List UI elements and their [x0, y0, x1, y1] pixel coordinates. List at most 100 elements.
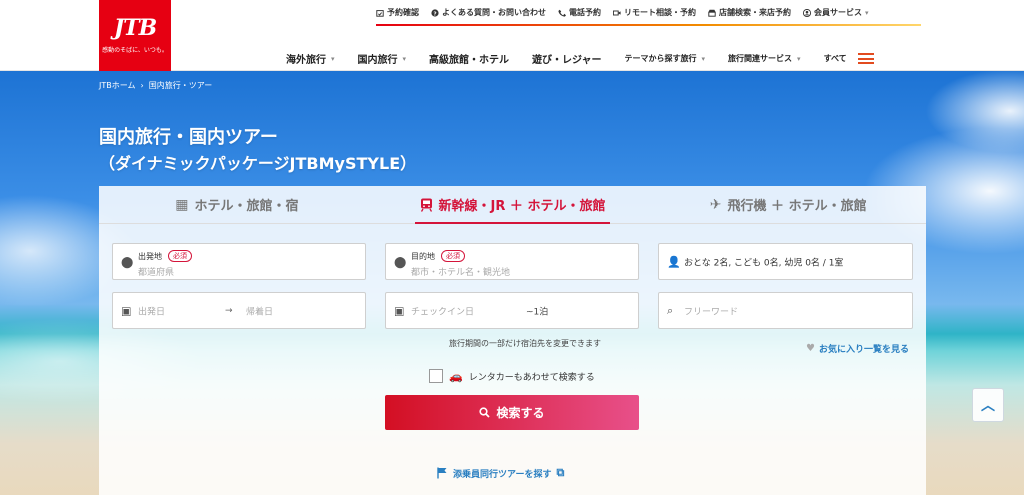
tab-air-hotel[interactable]: ✈ 飛行機 ＋ ホテル・旅館 [650, 186, 926, 223]
tab-label: ホテル・旅館・宿 [194, 199, 299, 214]
page-title: 国内旅行・国内ツアー （ダイナミックパッケージJTBMySTYLE） [99, 125, 416, 177]
car-icon: 🚗 [449, 369, 463, 383]
nav-luxury[interactable]: 高級旅館・ホテル [429, 51, 509, 66]
util-faq[interactable]: ? よくある質問・お問い合わせ [431, 7, 546, 18]
chevron-down-icon: ▾ [701, 54, 706, 63]
destination-field[interactable]: ⬤ 目的地 必須 都市・ホテル名・観光地 [385, 243, 639, 280]
origin-placeholder: 都道府県 [138, 268, 175, 278]
util-member[interactable]: 会員サービス ▾ [803, 7, 869, 18]
nav-overseas[interactable]: 海外旅行 ▾ [286, 51, 335, 67]
keyword-placeholder: フリーワード [684, 307, 739, 317]
search-button[interactable]: 検索する [385, 395, 639, 430]
origin-label: 出発地 [138, 251, 162, 261]
guests-value: おとな 2名, こども 0名, 幼児 0名 / 1室 [684, 258, 844, 268]
date-range-field[interactable]: ▣ 出発日 → 帰着日 [112, 292, 366, 329]
utility-nav: 予約確認 ? よくある質問・お問い合わせ 電話予約 リモート相談・予約 店舗検索… [376, 7, 869, 18]
util-phone[interactable]: 電話予約 [558, 7, 601, 18]
chevron-down-icon: ▾ [331, 54, 335, 63]
util-store[interactable]: 店舗検索・来店予約 [708, 7, 791, 18]
guests-field[interactable]: 👤 おとな 2名, こども 0名, 幼児 0名 / 1室 [658, 243, 913, 280]
phone-icon [558, 9, 566, 17]
util-label: リモート相談・予約 [624, 8, 696, 17]
nav-leisure[interactable]: 遊び・レジャー [532, 51, 602, 66]
util-label: 予約確認 [387, 8, 419, 17]
external-link-icon: ⧉ [556, 466, 565, 479]
store-icon [708, 9, 716, 17]
site-header: JTB 感動のそばに、いつも。 予約確認 ? よくある質問・お問い合わせ 電話予… [0, 0, 1024, 71]
train-icon [420, 198, 432, 212]
breadcrumb-current: 国内旅行・ツアー [148, 81, 213, 90]
favorites-link[interactable]: ♥ お気に入り一覧を見る [806, 342, 909, 355]
chevron-up-icon: ︿ [981, 398, 995, 414]
search-icon: ⌕ [667, 303, 674, 317]
return-date-placeholder: 帰着日 [246, 307, 274, 317]
nav-label: 国内旅行 [357, 55, 398, 66]
util-label: 店舗検索・来店予約 [719, 8, 791, 17]
calendar-icon: ▣ [394, 304, 405, 317]
search-icon [479, 407, 491, 418]
flag-icon [437, 467, 447, 479]
heart-icon: ♥ [806, 343, 815, 354]
question-icon: ? [431, 8, 439, 17]
page-title-sub: （ダイナミックパッケージJTBMySTYLE） [99, 154, 417, 173]
origin-field[interactable]: ⬤ 出発地 必須 都道府県 [112, 243, 366, 280]
video-icon [613, 10, 621, 15]
util-remote[interactable]: リモート相談・予約 [613, 7, 696, 18]
nav-domestic[interactable]: 国内旅行 ▾ [357, 51, 407, 67]
chevron-down-icon: ▾ [865, 8, 869, 17]
destination-placeholder: 都市・ホテル名・観光地 [411, 268, 511, 278]
breadcrumb-home[interactable]: JTBホーム [99, 80, 136, 91]
person-icon: 👤 [667, 255, 681, 268]
destination-label-row: 目的地 必須 [411, 250, 465, 262]
calendar-icon: ▣ [121, 304, 132, 317]
back-to-top-button[interactable]: ︿ [972, 388, 1004, 422]
tab-label: 新幹線・JR ＋ ホテル・旅館 [438, 199, 606, 214]
logo-mark: JTB [113, 15, 157, 41]
escorted-tour-link[interactable]: 添乗員同行ツアーを探す ⧉ [437, 466, 564, 480]
breadcrumb: JTBホーム › 国内旅行・ツアー [99, 80, 212, 91]
logo-tagline: 感動のそばに、いつも。 [102, 47, 168, 54]
search-button-label: 検索する [496, 406, 545, 420]
nav-label: 海外旅行 [286, 55, 326, 66]
user-icon [803, 8, 811, 17]
building-icon: ▦ [175, 196, 189, 213]
util-reservation-check[interactable]: 予約確認 [376, 7, 419, 18]
utility-divider [376, 24, 921, 26]
nights-value: ~1泊 [526, 307, 549, 317]
search-tabs: ▦ ホテル・旅館・宿 新幹線・JR ＋ ホテル・旅館 ✈ 飛行機 ＋ ホテル・旅… [99, 186, 926, 224]
rental-car-label: レンタカーもあわせて検索する [468, 372, 595, 383]
tab-hotel[interactable]: ▦ ホテル・旅館・宿 [99, 186, 375, 223]
change-stay-note: 旅行期間の一部だけ宿泊先を変更できます [449, 339, 601, 348]
rental-car-option[interactable]: 🚗 レンタカーもあわせて検索する [429, 369, 595, 383]
chevron-right-icon: › [140, 81, 144, 90]
jtb-logo[interactable]: JTB 感動のそばに、いつも。 [99, 0, 171, 71]
nav-services[interactable]: 旅行関連サービス ▾ [728, 53, 801, 64]
nav-label: 遊び・レジャー [532, 55, 602, 66]
util-label: 電話予約 [569, 8, 601, 17]
escorted-tour-label: 添乗員同行ツアーを探す [453, 469, 552, 480]
keyword-field[interactable]: ⌕ フリーワード [658, 292, 913, 329]
calendar-check-icon [376, 9, 384, 17]
nav-label: すべて [823, 54, 847, 63]
checkin-field[interactable]: ▣ チェックイン日 ~1泊 [385, 292, 639, 329]
svg-text:?: ? [433, 11, 436, 17]
checkin-placeholder: チェックイン日 [411, 307, 475, 317]
tab-train-hotel[interactable]: 新幹線・JR ＋ ホテル・旅館 [375, 186, 651, 224]
util-label: よくある質問・お問い合わせ [442, 8, 546, 17]
nav-all[interactable]: すべて [824, 53, 874, 64]
location-pin-icon: ⬤ [394, 255, 407, 268]
required-badge: 必須 [441, 250, 465, 262]
nav-label: 高級旅館・ホテル [429, 55, 510, 66]
menu-icon [857, 53, 874, 64]
nav-theme[interactable]: テーマから探す旅行 ▾ [625, 53, 706, 64]
favorites-label: お気に入り一覧を見る [818, 345, 909, 355]
util-label: 会員サービス [814, 8, 862, 17]
required-badge: 必須 [168, 250, 192, 262]
destination-label: 目的地 [411, 251, 435, 261]
nav-label: 旅行関連サービス [728, 54, 793, 63]
location-pin-icon: ⬤ [121, 255, 134, 268]
page-title-main: 国内旅行・国内ツアー [99, 127, 278, 148]
airplane-icon: ✈ [709, 196, 722, 213]
rental-car-checkbox[interactable] [429, 369, 443, 383]
main-nav: 海外旅行 ▾ 国内旅行 ▾ 高級旅館・ホテル 遊び・レジャー テーマから探す旅行 ▾ … [286, 51, 874, 66]
